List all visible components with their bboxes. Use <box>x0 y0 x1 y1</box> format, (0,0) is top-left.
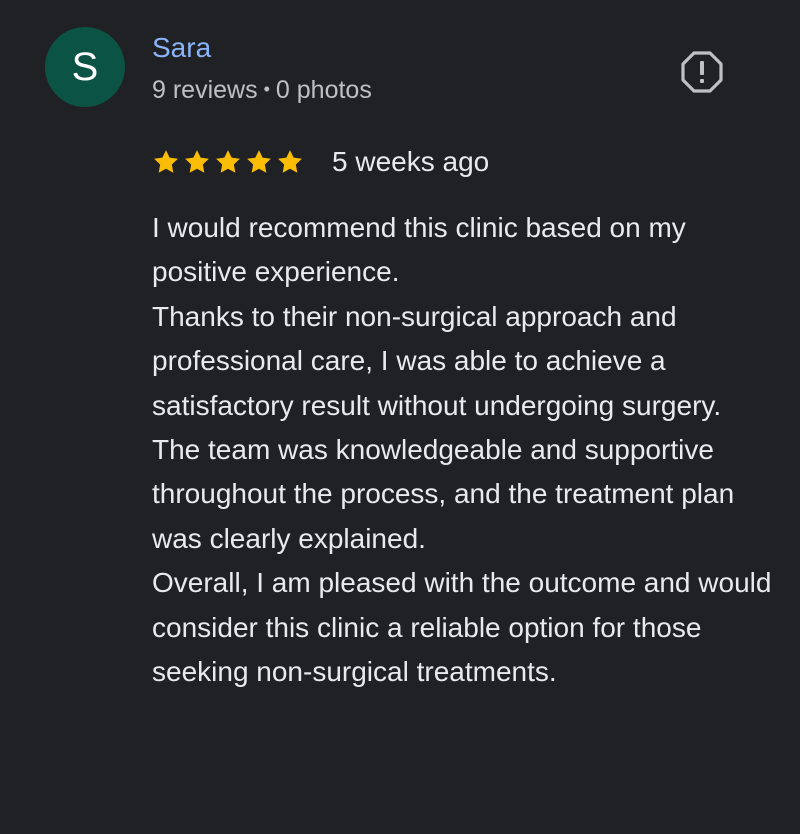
review-date: 5 weeks ago <box>332 146 490 177</box>
rating-row: 5 weeks ago <box>152 142 489 182</box>
review-paragraph: The team was knowledgeable and supportiv… <box>152 434 735 554</box>
report-review-button[interactable] <box>680 50 724 94</box>
reviewer-meta: 9 reviews • 0 photos <box>152 72 372 107</box>
report-flag-octagon-icon <box>681 51 723 93</box>
star-icon <box>154 150 178 173</box>
star-rating <box>152 148 304 176</box>
review-paragraph: Overall, I am pleased with the outcome a… <box>152 567 772 688</box>
star-icon <box>185 150 209 173</box>
photos-count: 0 photos <box>275 76 372 104</box>
review-text: I would recommend this clinic based on m… <box>152 206 777 694</box>
meta-separator: • <box>263 79 270 99</box>
reviewer-name-link[interactable]: Sara <box>152 30 211 66</box>
star-icon <box>278 150 302 173</box>
star-icon <box>247 150 271 173</box>
reviews-count: 9 reviews <box>152 76 258 104</box>
star-icon <box>216 150 240 173</box>
review-paragraph: Thanks to their non-surgical approach an… <box>152 300 722 421</box>
avatar[interactable]: S <box>45 27 125 107</box>
review-paragraph: I would recommend this clinic based on m… <box>152 212 686 288</box>
